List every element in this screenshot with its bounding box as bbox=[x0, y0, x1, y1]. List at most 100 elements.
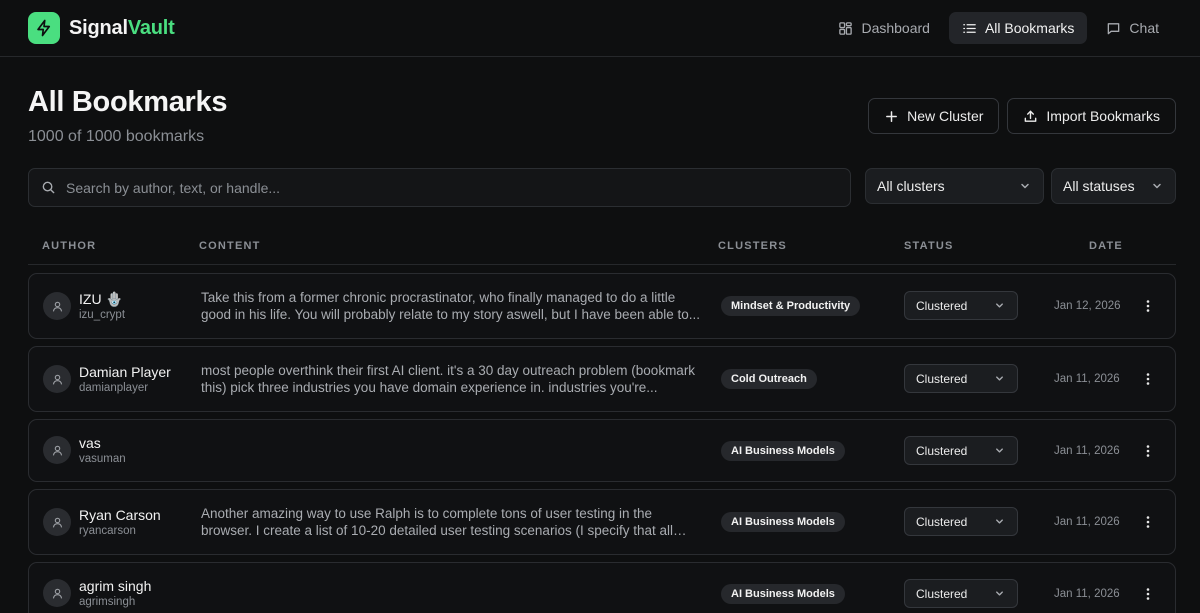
status-filter-value: All statuses bbox=[1063, 178, 1135, 194]
more-options-button[interactable] bbox=[1141, 444, 1155, 458]
nav-item-label: Dashboard bbox=[861, 20, 930, 36]
user-icon bbox=[52, 588, 62, 599]
upload-icon bbox=[1025, 110, 1037, 122]
more-options-button[interactable] bbox=[1141, 587, 1155, 601]
table-row[interactable]: vas vasuman AI Business Models Clustered… bbox=[28, 419, 1176, 482]
table-row[interactable]: IZU 🪬 izu_crypt Take this from a former … bbox=[28, 273, 1176, 339]
avatar bbox=[43, 508, 71, 536]
cluster-filter-select[interactable]: All clusters bbox=[865, 168, 1044, 204]
app-name[interactable]: SignalVault bbox=[69, 17, 175, 40]
table-row[interactable]: Ryan Carson ryancarson Another amazing w… bbox=[28, 489, 1176, 555]
column-header-clusters[interactable]: CLUSTERS bbox=[718, 240, 787, 252]
header-actions: New Cluster Import Bookmarks bbox=[868, 98, 1176, 134]
status-select[interactable]: Clustered bbox=[904, 436, 1018, 465]
chevron-down-icon bbox=[1021, 183, 1029, 189]
user-icon bbox=[52, 517, 62, 528]
bookmark-date: Jan 11, 2026 bbox=[1054, 445, 1120, 457]
user-icon bbox=[52, 301, 62, 312]
user-icon bbox=[52, 445, 62, 456]
author-name: Damian Player bbox=[79, 364, 171, 380]
app-name-part1: Signal bbox=[69, 16, 128, 39]
author-handle: vasuman bbox=[79, 453, 126, 465]
logo-icon[interactable] bbox=[28, 12, 60, 44]
more-options-button[interactable] bbox=[1141, 372, 1155, 386]
new-cluster-button[interactable]: New Cluster bbox=[868, 98, 1000, 134]
chevron-down-icon bbox=[1153, 183, 1161, 189]
nav-item-label: Chat bbox=[1129, 20, 1159, 36]
bookmark-content[interactable]: Another amazing way to use Ralph is to c… bbox=[201, 505, 701, 539]
dashboard-icon bbox=[839, 21, 853, 35]
top-nav-bar: SignalVault Dashboard All Bookmarks Chat bbox=[0, 0, 1200, 57]
cluster-filter-value: All clusters bbox=[877, 178, 945, 194]
cluster-badge[interactable]: AI Business Models bbox=[721, 441, 845, 461]
author-handle: izu_crypt bbox=[79, 309, 126, 321]
import-bookmarks-button[interactable]: Import Bookmarks bbox=[1007, 98, 1176, 134]
nav-item-dashboard[interactable]: Dashboard bbox=[825, 12, 943, 44]
more-vertical-icon bbox=[1146, 588, 1150, 600]
main-nav: Dashboard All Bookmarks Chat bbox=[825, 12, 1172, 44]
list-icon bbox=[963, 23, 976, 33]
avatar bbox=[43, 436, 71, 464]
chevron-down-icon bbox=[996, 519, 1003, 524]
more-options-button[interactable] bbox=[1141, 299, 1155, 313]
search-input[interactable] bbox=[66, 179, 838, 196]
column-header-date[interactable]: DATE bbox=[1089, 240, 1123, 252]
author-handle: ryancarson bbox=[79, 525, 136, 537]
search-icon bbox=[42, 181, 55, 194]
cluster-badge[interactable]: Cold Outreach bbox=[721, 369, 817, 389]
status-value: Clustered bbox=[916, 514, 968, 529]
chat-icon bbox=[1108, 22, 1120, 34]
app-name-part2: Vault bbox=[127, 16, 175, 39]
page-header: All Bookmarks 1000 of 1000 bookmarks bbox=[28, 86, 227, 146]
status-select[interactable]: Clustered bbox=[904, 579, 1018, 608]
status-filter-select[interactable]: All statuses bbox=[1051, 168, 1176, 204]
status-select[interactable]: Clustered bbox=[904, 291, 1018, 320]
user-icon bbox=[52, 374, 62, 385]
column-header-status[interactable]: STATUS bbox=[904, 240, 954, 252]
status-value: Clustered bbox=[916, 586, 968, 601]
more-vertical-icon bbox=[1146, 516, 1150, 528]
author-name: vas bbox=[79, 435, 101, 451]
cluster-badge[interactable]: Mindset & Productivity bbox=[721, 296, 861, 316]
avatar bbox=[43, 292, 71, 320]
status-select[interactable]: Clustered bbox=[904, 507, 1018, 536]
more-vertical-icon bbox=[1146, 300, 1150, 312]
author-handle: damianplayer bbox=[79, 382, 149, 394]
chevron-down-icon bbox=[996, 303, 1003, 308]
bookmark-count: 1000 of 1000 bookmarks bbox=[28, 128, 205, 145]
chevron-down-icon bbox=[996, 448, 1003, 453]
cluster-badge[interactable]: AI Business Models bbox=[721, 512, 845, 532]
bookmark-date: Jan 12, 2026 bbox=[1054, 300, 1121, 312]
more-options-button[interactable] bbox=[1141, 515, 1155, 529]
author-name: IZU 🪬 bbox=[79, 291, 123, 307]
bookmark-date: Jan 11, 2026 bbox=[1054, 516, 1120, 528]
avatar bbox=[43, 579, 71, 607]
search-box bbox=[28, 168, 851, 207]
column-header-content[interactable]: CONTENT bbox=[199, 240, 261, 252]
status-value: Clustered bbox=[916, 443, 968, 458]
new-cluster-label: New Cluster bbox=[907, 108, 984, 124]
nav-item-all-bookmarks[interactable]: All Bookmarks bbox=[948, 12, 1088, 44]
bookmark-date: Jan 11, 2026 bbox=[1054, 588, 1120, 600]
bookmark-content[interactable]: Take this from a former chronic procrast… bbox=[201, 289, 701, 323]
bookmark-date: Jan 11, 2026 bbox=[1054, 373, 1120, 385]
author-handle: agrimsingh bbox=[79, 596, 136, 608]
status-value: Clustered bbox=[916, 371, 968, 386]
status-value: Clustered bbox=[916, 298, 968, 313]
more-vertical-icon bbox=[1146, 373, 1150, 385]
bookmark-content[interactable]: most people overthink their first AI cli… bbox=[201, 362, 701, 396]
page-title: All Bookmarks bbox=[28, 86, 228, 118]
chevron-down-icon bbox=[996, 376, 1003, 381]
column-header-author[interactable]: AUTHOR bbox=[42, 240, 96, 252]
import-bookmarks-label: Import Bookmarks bbox=[1046, 108, 1160, 124]
avatar bbox=[43, 365, 71, 393]
cluster-badge[interactable]: AI Business Models bbox=[721, 584, 845, 604]
table-row[interactable]: agrim singh agrimsingh AI Business Model… bbox=[28, 562, 1176, 613]
nav-item-chat[interactable]: Chat bbox=[1093, 12, 1172, 44]
table-row[interactable]: Damian Player damianplayer most people o… bbox=[28, 346, 1176, 412]
plus-icon bbox=[886, 110, 898, 122]
table-header: AUTHOR CONTENT CLUSTERS STATUS DATE bbox=[28, 232, 1176, 265]
nav-item-label: All Bookmarks bbox=[984, 20, 1075, 36]
status-select[interactable]: Clustered bbox=[904, 364, 1018, 393]
author-name: agrim singh bbox=[79, 578, 152, 594]
